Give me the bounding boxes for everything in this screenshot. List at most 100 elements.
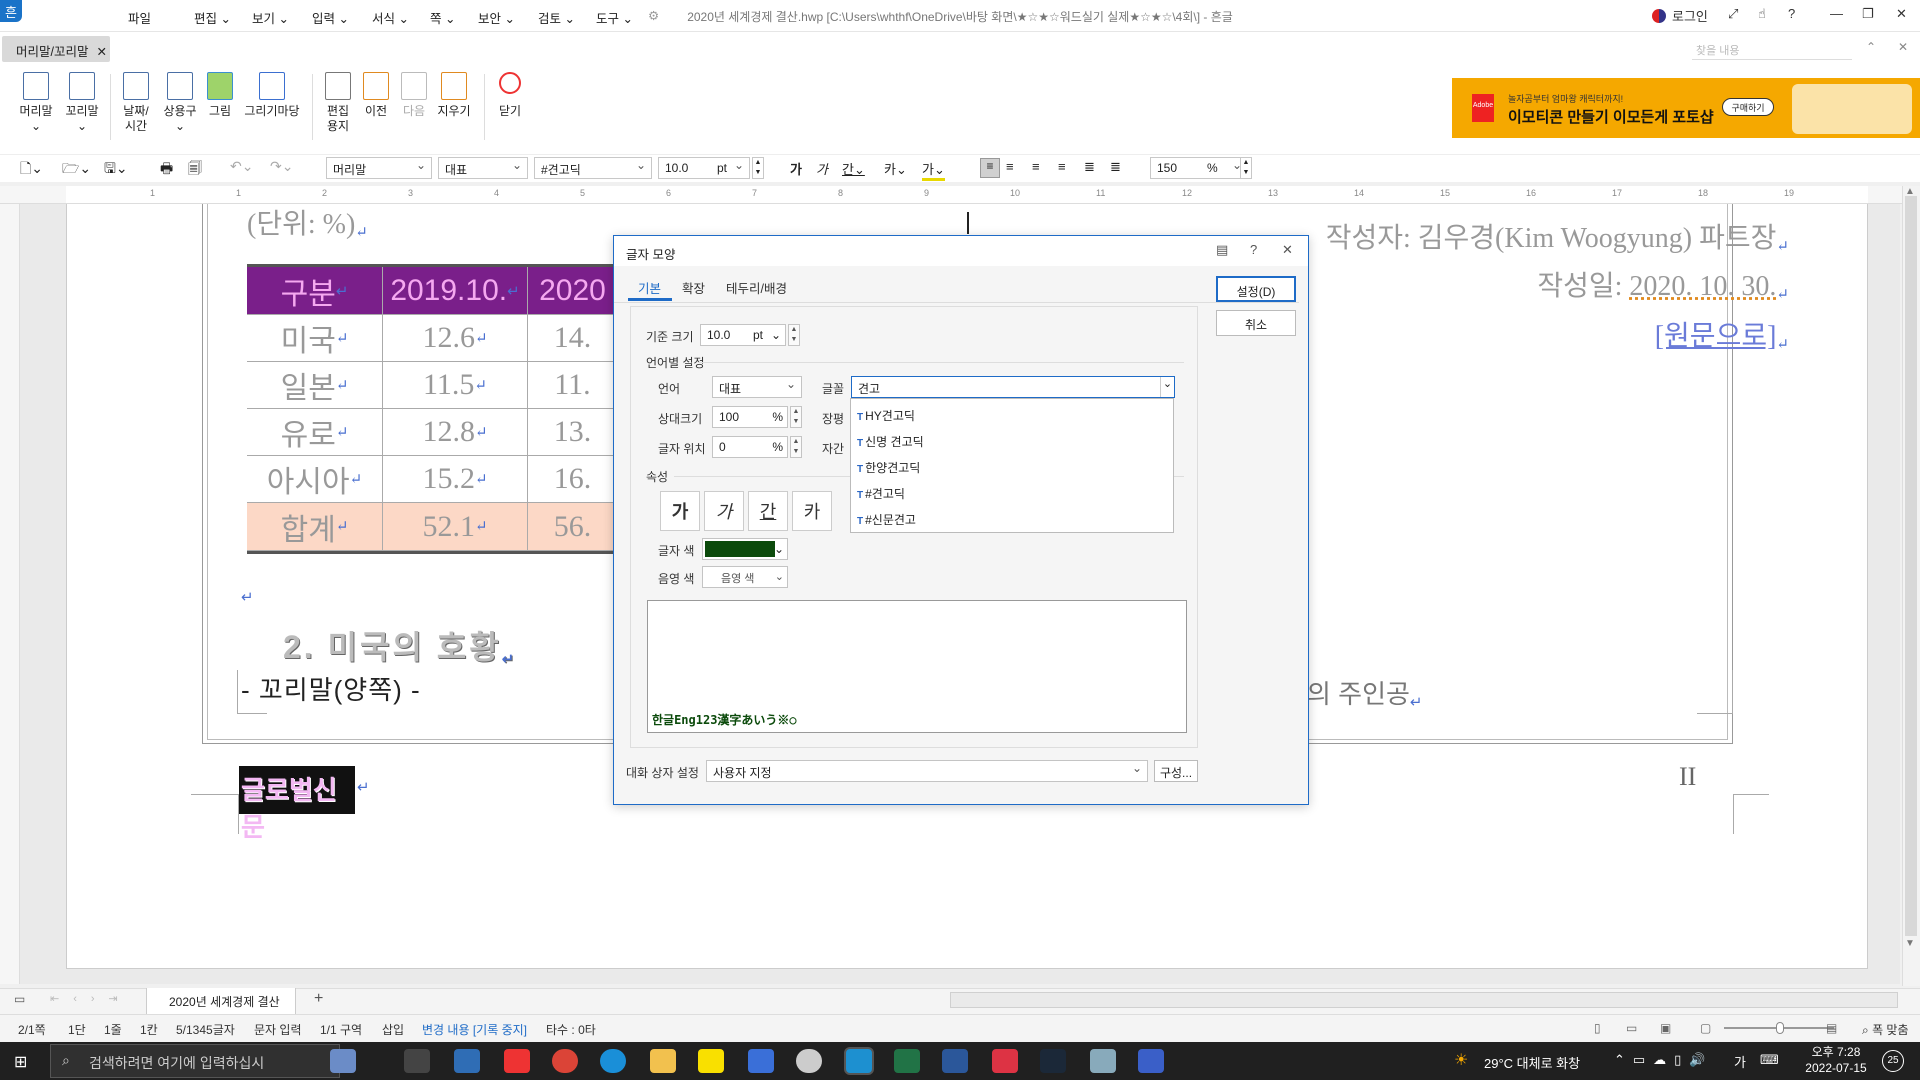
attr-bold-button[interactable]: 가 — [660, 491, 700, 531]
horizontal-scrollbar[interactable] — [950, 992, 1898, 1008]
font-option[interactable]: T #신문견고 — [851, 505, 1173, 531]
expand-icon[interactable]: ⤢ — [1728, 6, 1738, 22]
cancel-button[interactable]: 취소 — [1216, 310, 1296, 336]
tab-basic[interactable]: 기본 — [638, 278, 661, 297]
rel-size-input[interactable]: 100% — [712, 406, 788, 428]
undo-icon[interactable]: ↶⌄ — [230, 158, 253, 175]
base-size-input[interactable]: 10.0 pt ⌄ — [700, 324, 786, 346]
pos-stepper[interactable]: ▲ ▼ — [790, 436, 802, 458]
keyboard-icon[interactable]: ⌨ — [1760, 1052, 1779, 1068]
tab-extended[interactable]: 확장 — [682, 278, 705, 297]
menu-view[interactable]: 보기 ⌄ — [252, 8, 289, 27]
menu-insert[interactable]: 입력 ⌄ — [312, 8, 349, 27]
edge-icon[interactable] — [600, 1049, 626, 1073]
shade-color-picker[interactable]: 음영 색 ⌄ — [702, 566, 788, 588]
footer-button[interactable]: 꼬리말 ⌄ — [60, 72, 104, 134]
font-option[interactable]: T 한양견고딕 — [851, 453, 1173, 479]
menu-edit[interactable]: 편집 ⌄ — [194, 8, 231, 27]
close-window-icon[interactable]: ✕ — [1896, 6, 1907, 22]
save-icon[interactable]: 🖫⌄ — [104, 158, 128, 182]
app-icon[interactable] — [504, 1049, 530, 1073]
status-insert[interactable]: 삽입 — [382, 1021, 404, 1038]
login-button[interactable]: 로그인 — [1672, 6, 1708, 25]
erase-button[interactable]: 지우기 — [432, 72, 476, 119]
menu-tools[interactable]: 도구 ⌄ — [596, 8, 633, 27]
menu-review[interactable]: 검토 ⌄ — [538, 8, 575, 27]
text-color-picker[interactable]: ⌄ — [702, 538, 788, 560]
restore-icon[interactable]: ❐ — [1862, 6, 1874, 22]
header-button[interactable]: 머리말 ⌄ — [14, 72, 58, 134]
config-button[interactable]: 구성... — [1154, 760, 1198, 782]
clock-app-icon[interactable] — [796, 1049, 822, 1073]
taskbar-search[interactable]: 검색하려면 여기에 입력하십시 — [50, 1044, 340, 1078]
excel-icon[interactable] — [894, 1049, 920, 1073]
attr-underline-button[interactable]: 간 — [748, 491, 788, 531]
align-justify-icon[interactable]: ≡ — [980, 158, 1000, 178]
view-web-icon[interactable]: ▣ — [1660, 1021, 1671, 1035]
font-input[interactable]: 견고 ⌄ — [851, 376, 1175, 398]
tray-icons[interactable]: ⌃▭☁▯🔊 — [1614, 1052, 1714, 1068]
status-track-changes[interactable]: 변경 내용 [기록 중지] — [422, 1021, 527, 1038]
view-normal-icon[interactable]: ▯ — [1594, 1021, 1601, 1035]
datetime-button[interactable]: 날짜/ 시간 — [114, 72, 158, 134]
store-icon[interactable] — [454, 1049, 480, 1073]
drawing-button[interactable]: 그리기마당 — [244, 72, 300, 119]
scroll-thumb[interactable] — [1905, 196, 1917, 936]
ime-indicator[interactable]: 가 — [1734, 1052, 1746, 1071]
ad-buy-button[interactable]: 구매하기 — [1722, 98, 1774, 116]
redo-icon[interactable]: ↷⌄ — [270, 158, 293, 175]
zoom-stepper[interactable]: ▲ ▼ — [1240, 157, 1252, 179]
zoom-slider-thumb[interactable] — [1776, 1022, 1784, 1034]
autotext-button[interactable]: 상용구 ⌄ — [158, 72, 202, 134]
picture-button[interactable]: 그림 — [198, 72, 242, 119]
app-icon[interactable] — [992, 1049, 1018, 1073]
explorer-icon[interactable] — [650, 1049, 676, 1073]
bold-icon[interactable]: 가 — [790, 159, 802, 178]
underline-icon[interactable]: 간⌄ — [842, 159, 865, 178]
tab-nav-arrows[interactable]: ⇤‹›⇥ — [50, 992, 132, 1005]
next-button[interactable]: 다음 — [392, 72, 436, 119]
attr-italic-button[interactable]: 가 — [704, 491, 744, 531]
pos-input[interactable]: 0% — [712, 436, 788, 458]
ad-banner[interactable]: Adobe 놀자곰부터 엄마왕 캐릭터까지! 이모티콘 만들기 이모든게 포토샵… — [1452, 78, 1920, 138]
font-size-stepper[interactable]: ▲ ▼ — [752, 157, 764, 179]
menu-file[interactable]: 파일 — [128, 8, 151, 27]
status-zoom[interactable]: ⌕ 폭 맞춤 — [1862, 1021, 1909, 1038]
dialog-memo-icon[interactable]: ▤ — [1216, 242, 1228, 258]
hancom-app-icon[interactable]: 흔 — [0, 0, 22, 22]
font-size-input[interactable]: 10.0 pt — [658, 157, 750, 179]
hancom-taskbar-icon[interactable] — [846, 1049, 872, 1073]
status-page[interactable]: 2/1쪽 — [18, 1021, 46, 1038]
ok-button[interactable]: 설정(D) — [1216, 276, 1296, 302]
app-icon[interactable] — [748, 1049, 774, 1073]
help-icon[interactable]: ? — [1788, 6, 1795, 21]
align-center-icon[interactable]: ≡ — [1032, 159, 1040, 174]
weather-widget-icon[interactable] — [330, 1049, 356, 1073]
print-icon[interactable]: 🖶 — [160, 158, 173, 182]
dialog-help-icon[interactable]: ? — [1250, 242, 1257, 257]
align-left-icon[interactable]: ≡ — [1006, 159, 1014, 174]
new-doc-icon[interactable]: 🗋⌄ — [20, 158, 43, 182]
close-panel-icon[interactable]: ✕ — [1898, 40, 1908, 54]
view-page-icon[interactable]: ▭ — [1626, 1021, 1637, 1035]
rel-size-stepper[interactable]: ▲ ▼ — [790, 406, 802, 428]
kakaotalk-icon[interactable] — [698, 1049, 724, 1073]
view-fit-icon[interactable]: ▢ — [1700, 1021, 1711, 1035]
close-header-button[interactable]: 닫기 — [488, 72, 532, 119]
base-size-stepper[interactable]: ▲ ▼ — [788, 324, 800, 346]
minimize-icon[interactable]: — — [1830, 6, 1843, 21]
original-link[interactable]: [원문으로]↵ — [1447, 314, 1789, 354]
style-select[interactable]: 머리말 — [326, 157, 432, 179]
task-view-icon[interactable] — [404, 1049, 430, 1073]
italic-icon[interactable]: 가 — [816, 159, 828, 178]
touch-mode-icon[interactable]: ☝ — [1758, 6, 1766, 22]
doc-tab[interactable]: 2020년 세계경제 결산 — [146, 988, 296, 1014]
vertical-scrollbar[interactable]: ▲ ▼ — [1902, 186, 1920, 986]
menu-security[interactable]: 보안 ⌄ — [478, 8, 515, 27]
open-icon[interactable]: 🗁⌄ — [62, 158, 91, 182]
word-icon[interactable] — [942, 1049, 968, 1073]
menu-page[interactable]: 쪽 ⌄ — [430, 8, 455, 27]
windows-start-icon[interactable]: ⊞ — [14, 1052, 27, 1072]
clock[interactable]: 오후 7:28 2022-07-15 — [1796, 1044, 1876, 1076]
font-option[interactable]: T 신명 견고딕 — [851, 427, 1173, 453]
